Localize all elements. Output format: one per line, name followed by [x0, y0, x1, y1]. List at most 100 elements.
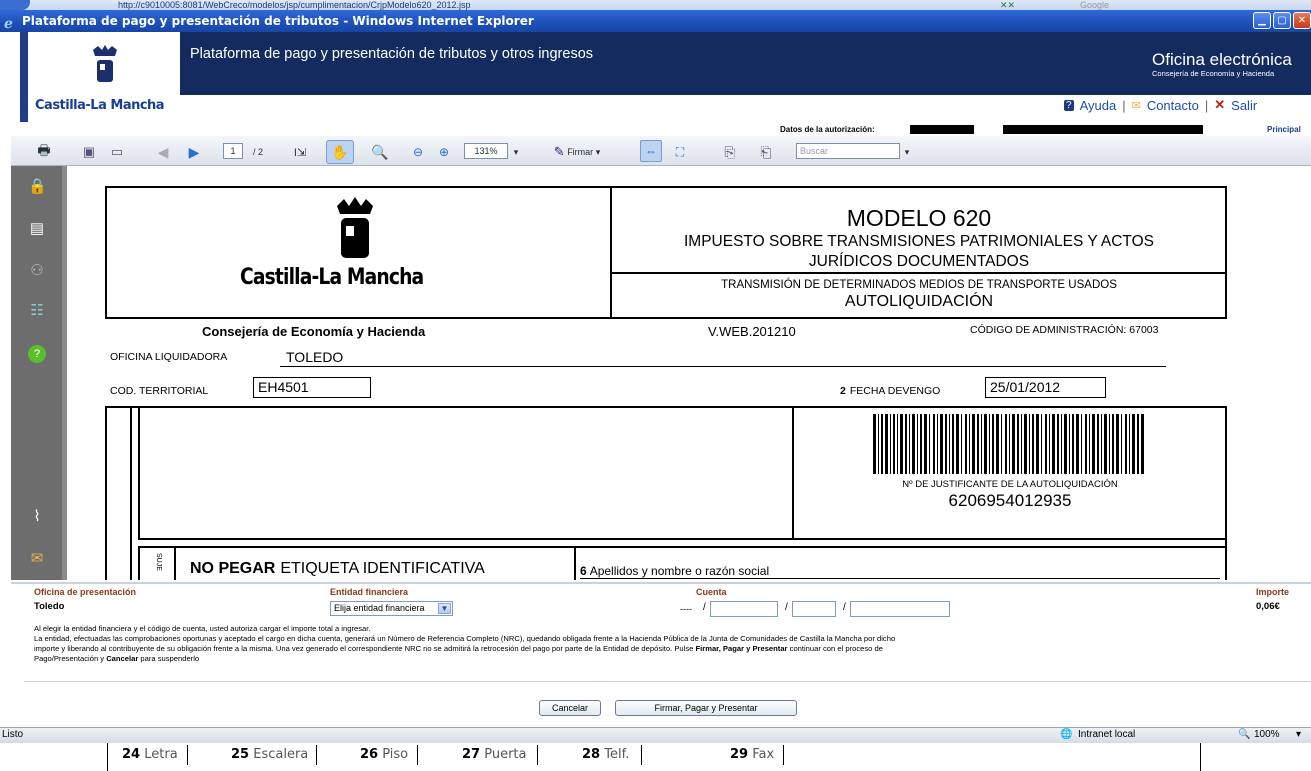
justificante-label: Nº DE JUSTIFICANTE DE LA AUTOLIQUIDACIÓN	[902, 479, 1118, 490]
window-title-text: Plataforma de pago y presentación de tri…	[22, 14, 534, 28]
devengo-label: 2 FECHA DEVENGO	[840, 385, 940, 397]
info-text: importe y liberando al contribuyente de …	[34, 644, 694, 653]
print-icon[interactable]: 🖶	[34, 142, 54, 161]
devengo-label-text: FECHA DEVENGO	[849, 385, 941, 397]
zoom-out-icon[interactable]: ⊖	[410, 143, 426, 161]
blank-box	[138, 406, 794, 540]
refresh-icon[interactable]: ✕✕	[1000, 0, 1015, 10]
pages-icon[interactable]: ▤	[28, 220, 46, 238]
zoom-input[interactable]: 131%	[464, 143, 508, 159]
account-number-field[interactable]	[850, 601, 950, 617]
comments-icon[interactable]: ✉	[28, 550, 46, 568]
account-separator: /	[843, 602, 846, 613]
contact-link[interactable]: Contacto	[1147, 98, 1199, 113]
lock-icon[interactable]: 🔒	[28, 178, 47, 196]
rotate-icon[interactable]: ⎗	[756, 143, 776, 161]
page-number-input[interactable]: 1	[223, 143, 243, 159]
address-bar[interactable]: http://c9010005:8081/WebCreco/modelos/js…	[0, 0, 1311, 10]
account-dc-field[interactable]	[792, 601, 836, 617]
header-band	[180, 32, 1311, 95]
pen-icon: ✎	[553, 144, 565, 159]
principal-link[interactable]: Principal	[1267, 125, 1301, 134]
consejeria-label: Consejería de Economía y Hacienda	[202, 324, 426, 339]
rotate-icon[interactable]: ⎘	[720, 143, 740, 161]
zoom-dropdown-icon[interactable]: ▾	[510, 143, 522, 161]
bottom-form-row	[0, 743, 1311, 771]
field-letra[interactable]: 24 Letra	[122, 745, 188, 765]
divider	[130, 407, 132, 580]
help-icon: ?	[1064, 99, 1074, 111]
status-bar: Listo 🌐 Intranet local 🔍 100% ▾	[0, 727, 1311, 743]
sign-button[interactable]: ✎ Firmar ▾	[540, 143, 614, 161]
save-icon[interactable]: ▣	[80, 143, 98, 161]
account-entity-field[interactable]	[710, 601, 778, 617]
coat-of-arms-icon	[85, 44, 125, 94]
info-text: Pago/Presentación y	[34, 654, 105, 663]
select-text-icon[interactable]: I⇲	[290, 143, 310, 161]
prev-page-icon[interactable]: ◀	[155, 143, 171, 161]
exit-icon: ✕	[1214, 97, 1226, 112]
exit-link[interactable]: Salir	[1231, 98, 1257, 113]
account-separator: /	[785, 602, 788, 613]
field6-text: Apellidos y nombre o razón social	[589, 564, 770, 578]
search-input[interactable]: Google	[1080, 0, 1109, 10]
back-icon[interactable]	[0, 0, 30, 10]
divider	[174, 547, 176, 580]
office-header: Oficina de presentación	[34, 587, 137, 597]
tax-title-1: IMPUESTO SOBRE TRANSMISIONES PATRIMONIAL…	[684, 233, 1154, 250]
zoom-icon[interactable]: 🔍	[1238, 728, 1250, 742]
bank-header: Entidad financiera	[330, 587, 409, 597]
pdf-search-input[interactable]: Buscar	[796, 143, 900, 159]
bank-select-value: Elija entidad financiera	[334, 603, 425, 613]
site-logo-text: Castilla-La Mancha	[35, 98, 165, 113]
territorial-field[interactable]: EH4501	[253, 377, 371, 398]
chevron-down-icon[interactable]: ▼	[438, 603, 451, 614]
info-line-3: importe y liberando al contribuyente de …	[34, 644, 1304, 654]
payment-info: Al elegir la entidad financiera y el cód…	[34, 624, 1304, 664]
fit-width-icon[interactable]: ⇔	[640, 140, 662, 162]
field6-input[interactable]	[580, 578, 1220, 580]
hand-tool-icon[interactable]: ✋	[326, 140, 354, 164]
admin-code-label: CÓDIGO DE ADMINISTRACIÓN: 67003	[970, 324, 1159, 336]
status-text: Listo	[2, 729, 24, 740]
office-label: OFICINA LIQUIDADORA	[110, 351, 228, 363]
close-window-button[interactable]: ✕	[1293, 12, 1311, 29]
field-fax[interactable]: 29 Fax	[730, 745, 784, 765]
maximize-button[interactable]: ▢	[1273, 12, 1291, 29]
address-url[interactable]: http://c9010005:8081/WebCreco/modelos/js…	[118, 0, 471, 10]
email-icon[interactable]: ▭	[106, 143, 128, 161]
office-value: TOLEDO	[286, 349, 344, 365]
zoom-dropdown-icon[interactable]: ▾	[1296, 728, 1301, 742]
help-icon[interactable]: ?	[28, 345, 46, 363]
zoom-level[interactable]: 100%	[1254, 728, 1280, 742]
redacted-block	[910, 125, 974, 134]
field-piso[interactable]: 26 Piso	[360, 745, 418, 765]
zoom-in-icon[interactable]: ⊕	[436, 143, 452, 161]
next-page-icon[interactable]: ▶	[186, 143, 202, 161]
separator: |	[1122, 97, 1126, 113]
office-title: Oficina electrónica	[1152, 50, 1292, 69]
redacted-block	[1003, 125, 1203, 134]
divider	[574, 547, 576, 580]
field-puerta[interactable]: 27 Puerta	[462, 745, 538, 765]
layers-icon[interactable]: ☷	[28, 302, 46, 320]
zone-text: Intranet local	[1078, 729, 1136, 740]
help-link[interactable]: Ayuda	[1080, 98, 1117, 113]
devengo-field[interactable]: 25/01/2012	[985, 377, 1106, 398]
field-telf[interactable]: 28 Telf.	[582, 745, 642, 765]
sign-pay-submit-button[interactable]: Firmar, Pagar y Presentar	[615, 700, 797, 716]
signatures-icon[interactable]: ⚇	[28, 262, 46, 280]
fit-page-icon[interactable]: ⛶	[670, 143, 690, 161]
cancel-button[interactable]: Cancelar	[539, 700, 601, 716]
field-escalera[interactable]: 25 Escalera	[231, 745, 317, 765]
bank-select[interactable]: Elija entidad financiera ▼	[330, 601, 453, 616]
header-links: ? Ayuda | ✉ Contacto | ✕ Salir	[1064, 97, 1257, 113]
minimize-button[interactable]: ▁	[1253, 12, 1271, 29]
form-subtitle: TRANSMISIÓN DE DETERMINADOS MEDIOS DE TR…	[721, 279, 1117, 291]
search-dropdown-icon[interactable]: ▾	[902, 143, 912, 161]
zoom-tool-icon[interactable]: 🔍	[370, 143, 390, 161]
attachment-icon[interactable]: ⌇	[28, 508, 46, 526]
no-pegar-label: NO PEGAR ETIQUETA IDENTIFICATIVA	[190, 560, 485, 578]
info-line-2: La entidad, efectuadas las comprobacione…	[34, 634, 896, 643]
form-region-name: Castilla-La Mancha	[240, 265, 424, 290]
